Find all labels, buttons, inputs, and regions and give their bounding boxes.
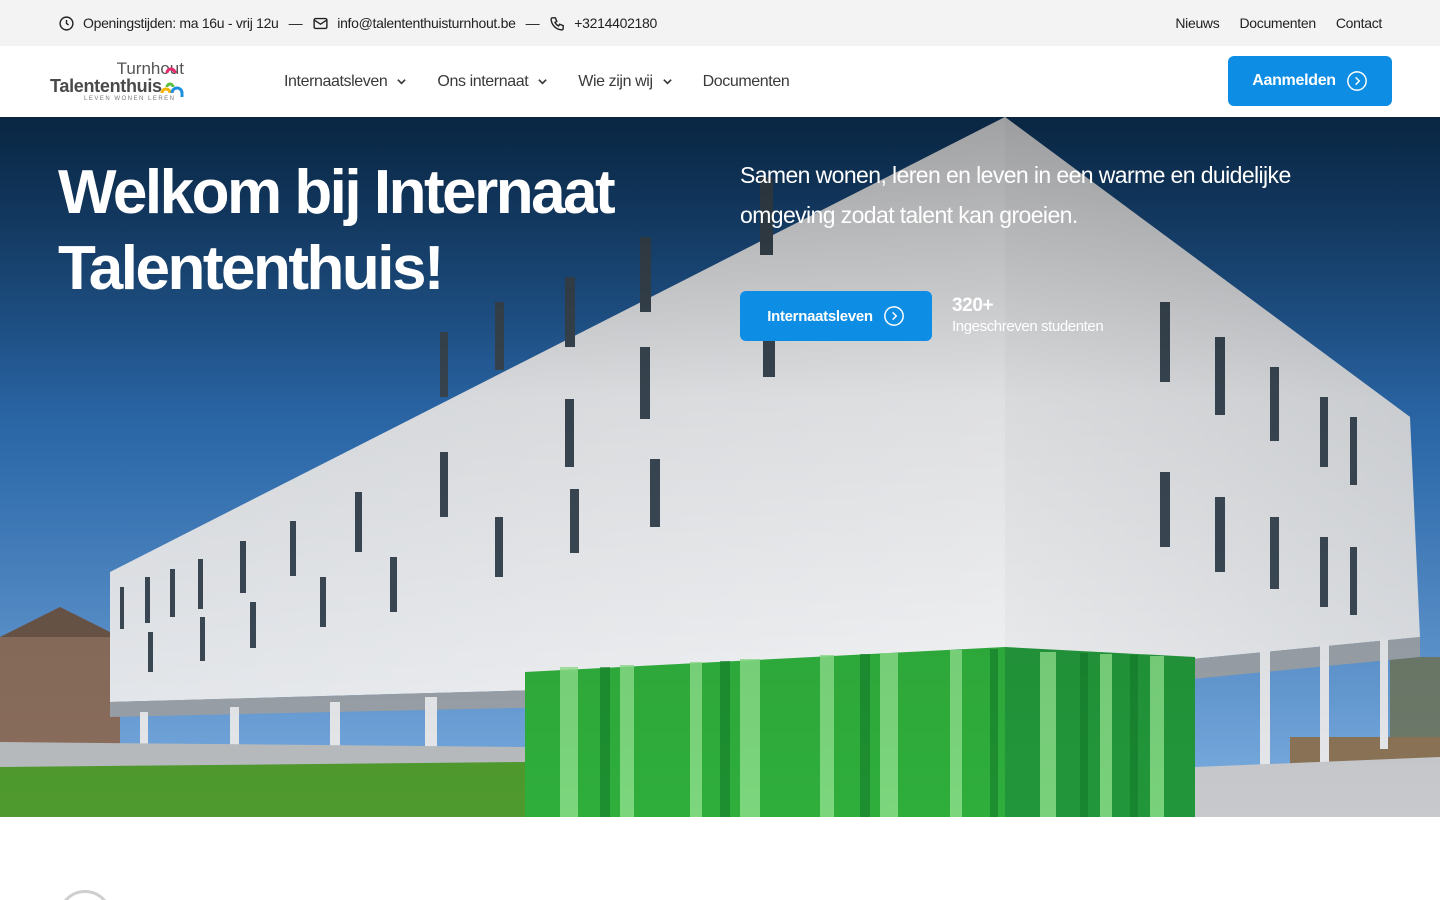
opening-hours: Openingstijden: ma 16u - vrij 12u [58,15,279,32]
chevron-down-icon [662,79,672,85]
arrow-circle-right-icon [1346,71,1367,91]
separator: — [525,15,540,31]
nav-item-label: Internaatsleven [284,72,388,90]
contact-info: Openingstijden: ma 16u - vrij 12u — info… [58,15,657,32]
stat-label: Ingeschreven studenten [952,318,1104,335]
top-info-bar: Openingstijden: ma 16u - vrij 12u — info… [0,0,1440,46]
section-decoration-circle [58,890,112,900]
internaatsleven-button[interactable]: Internaatsleven [740,291,932,341]
clock-icon [59,15,74,31]
phone-text[interactable]: +3214402180 [574,15,657,31]
email-text[interactable]: info@talententhuisturnhout.be [337,15,516,31]
hero-title: Welkom bij Internaat Talententhuis! [58,158,616,303]
nav-item-documenten[interactable]: Documenten [703,73,790,91]
stat-value: 320+ [952,295,994,316]
nav-item-label: Ons internaat [437,72,529,90]
top-links: Nieuws Documenten Contact [1155,15,1382,31]
aanmelden-button[interactable]: Aanmelden [1228,56,1392,106]
top-link-documenten[interactable]: Documenten [1239,15,1316,31]
top-link-contact[interactable]: Contact [1336,15,1382,31]
top-link-nieuws[interactable]: Nieuws [1175,15,1219,31]
aanmelden-label: Aanmelden [1252,72,1336,89]
internaatsleven-button-label: Internaatsleven [767,307,873,325]
chevron-down-icon [397,79,407,85]
mail-icon [313,17,328,29]
phone-icon [550,16,565,31]
nav-item-label: Documenten [702,72,790,90]
opening-hours-text: Openingstijden: ma 16u - vrij 12u [83,15,279,31]
logo-name: Talententhuis [50,76,162,96]
logo-arcs-icon [160,67,184,97]
email-link[interactable]: info@talententhuisturnhout.be [312,15,516,32]
main-header: Turnhout Talententhuis LEVEN WONEN LEREN… [0,46,1440,117]
hero-section: Welkom bij Internaat Talententhuis! Same… [0,117,1440,817]
nav-item-ons-internaat[interactable]: Ons internaat [437,73,548,91]
nav-item-internaatsleven[interactable]: Internaatsleven [284,73,407,91]
site-logo[interactable]: Turnhout Talententhuis LEVEN WONEN LEREN [50,59,190,107]
student-count-stat: 320+ Ingeschreven studenten [952,295,1104,335]
nav-item-label: Wie zijn wij [578,72,653,90]
phone-link[interactable]: +3214402180 [549,15,657,32]
main-nav: Internaatsleven Ons internaat Wie zijn w… [284,46,819,117]
chevron-down-icon [538,79,548,85]
nav-item-wie-zijn-wij[interactable]: Wie zijn wij [578,73,672,91]
arrow-circle-right-icon [883,306,904,326]
hero-lead: Samen wonen, leren en leven in een warme… [740,162,1291,228]
separator: — [288,15,303,31]
